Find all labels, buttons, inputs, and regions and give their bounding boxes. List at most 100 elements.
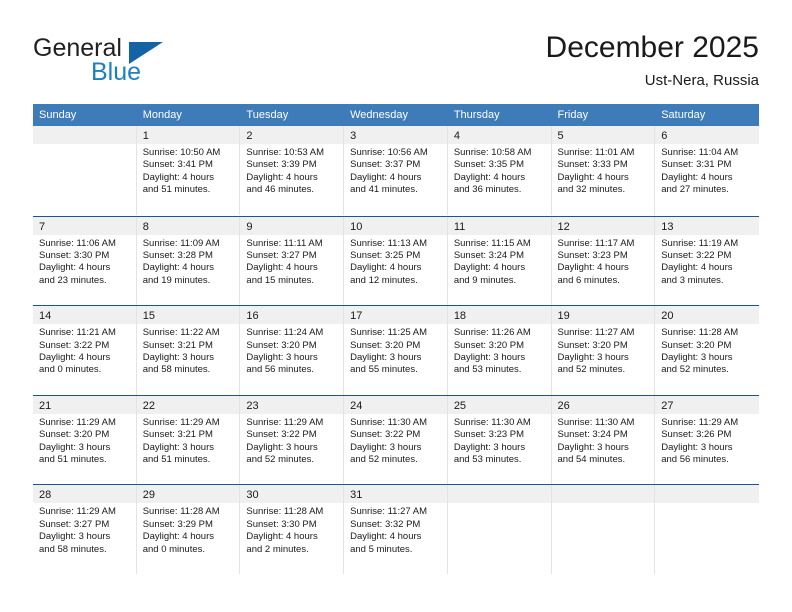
day-details: Sunrise: 10:58 AM Sunset: 3:35 PM Daylig… [448, 144, 551, 197]
logo-text-blue: Blue [91, 58, 142, 86]
weekday-header-thursday: Thursday [453, 109, 500, 121]
day-cell[interactable]: 17 Sunrise: 11:25 AM Sunset: 3:20 PM Day… [344, 306, 448, 395]
day-cell[interactable]: 18 Sunrise: 11:26 AM Sunset: 3:20 PM Day… [447, 306, 552, 395]
daylight-text-line1: Daylight: 4 hours [246, 262, 318, 274]
sunrise-text: Sunrise: 11:11 AM [246, 237, 323, 249]
sunrise-text: Sunrise: 10:58 AM [453, 147, 532, 158]
day-cell[interactable]: 8 Sunrise: 11:09 AM Sunset: 3:28 PM Dayl… [136, 216, 241, 306]
daylight-text-line1: Daylight: 4 hours [557, 171, 629, 183]
day-details: Sunrise: 10:56 AM Sunset: 3:37 PM Daylig… [344, 144, 447, 197]
day-cell[interactable] [655, 485, 759, 574]
daylight-text-line1: Daylight: 4 hours [557, 262, 629, 274]
sunrise-text: Sunrise: 11:09 AM [142, 237, 220, 249]
day-details: Sunrise: 11:19 AM Sunset: 3:22 PM Daylig… [655, 235, 759, 288]
daylight-text-line1: Daylight: 4 hours [246, 171, 318, 183]
daylight-text-line1: Daylight: 4 hours [661, 171, 733, 183]
sunset-text: Sunset: 3:33 PM [557, 159, 628, 171]
sunrise-text: Sunrise: 11:19 AM [661, 237, 739, 249]
daylight-text-line2: and 19 minutes. [142, 274, 211, 286]
sunset-text: Sunset: 3:24 PM [453, 250, 525, 261]
day-cell[interactable]: 11 Sunrise: 11:15 AM Sunset: 3:24 PM Day… [447, 216, 552, 306]
sunrise-text: Sunrise: 11:28 AM [661, 327, 739, 339]
day-details: Sunrise: 11:24 AM Sunset: 3:20 PM Daylig… [240, 324, 343, 377]
calendar-grid: Sunday Monday Tuesday Wednesday Thursday… [33, 104, 759, 574]
day-cell[interactable] [551, 485, 656, 574]
daylight-text-line1: Daylight: 3 hours [661, 352, 733, 363]
daylight-text-line2: and 56 minutes. [246, 364, 315, 376]
sunset-text: Sunset: 3:41 PM [142, 159, 213, 171]
day-number-band: 25 [447, 395, 551, 414]
sunset-text: Sunset: 3:20 PM [39, 429, 110, 441]
daylight-text-line2: and 52 minutes. [661, 364, 729, 376]
day-cell[interactable]: 21 Sunrise: 11:29 AM Sunset: 3:20 PM Day… [33, 395, 137, 485]
day-cell[interactable]: 29 Sunrise: 11:28 AM Sunset: 3:29 PM Day… [136, 485, 241, 574]
sunrise-text: Sunrise: 11:30 AM [453, 416, 531, 428]
day-cell[interactable] [447, 485, 552, 574]
day-number: 7 [39, 220, 46, 233]
sunrise-text: Sunrise: 11:29 AM [39, 506, 116, 518]
day-cell[interactable]: 2 Sunrise: 10:53 AM Sunset: 3:39 PM Dayl… [240, 126, 345, 215]
day-details: Sunrise: 11:04 AM Sunset: 3:31 PM Daylig… [655, 144, 759, 197]
day-cell[interactable]: 12 Sunrise: 11:17 AM Sunset: 3:23 PM Day… [551, 216, 656, 306]
day-details: Sunrise: 11:25 AM Sunset: 3:20 PM Daylig… [344, 324, 447, 377]
week-row: 1 Sunrise: 10:50 AM Sunset: 3:41 PM Dayl… [33, 126, 759, 216]
day-number-band: 7 [33, 216, 136, 235]
sunset-text: Sunset: 3:22 PM [246, 429, 317, 441]
sunrise-text: Sunrise: 10:53 AM [246, 147, 325, 158]
day-cell[interactable]: 19 Sunrise: 11:27 AM Sunset: 3:20 PM Day… [551, 306, 656, 395]
day-number: 30 [246, 489, 259, 502]
day-number-band: 22 [136, 395, 240, 414]
day-cell[interactable]: 10 Sunrise: 11:13 AM Sunset: 3:25 PM Day… [344, 216, 448, 306]
sunset-text: Sunset: 3:37 PM [350, 159, 421, 171]
day-cell[interactable]: 28 Sunrise: 11:29 AM Sunset: 3:27 PM Day… [33, 485, 137, 574]
sunset-text: Sunset: 3:28 PM [142, 250, 213, 261]
sunset-text: Sunset: 3:30 PM [39, 250, 110, 261]
daylight-text-line2: and 53 minutes. [453, 454, 522, 465]
sunrise-text: Sunrise: 11:27 AM [557, 327, 635, 339]
day-number: 18 [453, 310, 467, 323]
day-number-band: 28 [33, 485, 136, 504]
day-cell[interactable]: 5 Sunrise: 11:01 AM Sunset: 3:33 PM Dayl… [551, 126, 656, 215]
day-cell[interactable] [33, 126, 137, 215]
daylight-text-line2: and 5 minutes. [350, 543, 413, 555]
day-cell[interactable]: 4 Sunrise: 10:58 AM Sunset: 3:35 PM Dayl… [447, 126, 552, 215]
daylight-text-line1: Daylight: 3 hours [453, 352, 526, 363]
day-cell[interactable]: 7 Sunrise: 11:06 AM Sunset: 3:30 PM Dayl… [33, 216, 137, 306]
day-number: 11 [453, 220, 466, 233]
day-cell[interactable]: 1 Sunrise: 10:50 AM Sunset: 3:41 PM Dayl… [136, 126, 241, 215]
page-subtitle: Ust-Nera, Russia [644, 72, 759, 89]
day-number-band [33, 126, 136, 144]
daylight-text-line1: Daylight: 4 hours [142, 262, 214, 274]
day-cell[interactable]: 24 Sunrise: 11:30 AM Sunset: 3:22 PM Day… [344, 395, 448, 485]
day-cell[interactable]: 30 Sunrise: 11:28 AM Sunset: 3:30 PM Day… [240, 485, 345, 574]
day-number-band: 10 [344, 216, 447, 235]
daylight-text-line1: Daylight: 4 hours [661, 262, 733, 274]
day-cell[interactable]: 9 Sunrise: 11:11 AM Sunset: 3:27 PM Dayl… [240, 216, 345, 306]
day-details: Sunrise: 10:50 AM Sunset: 3:41 PM Daylig… [137, 144, 240, 197]
day-cell[interactable]: 22 Sunrise: 11:29 AM Sunset: 3:21 PM Day… [136, 395, 241, 485]
day-cell[interactable]: 23 Sunrise: 11:29 AM Sunset: 3:22 PM Day… [240, 395, 345, 485]
day-cell[interactable]: 25 Sunrise: 11:30 AM Sunset: 3:23 PM Day… [447, 395, 552, 485]
day-number: 21 [39, 399, 52, 412]
day-number: 26 [557, 399, 570, 412]
daylight-text-line2: and 51 minutes. [142, 184, 211, 196]
day-cell[interactable]: 20 Sunrise: 11:28 AM Sunset: 3:20 PM Day… [655, 306, 759, 395]
daylight-text-line1: Daylight: 4 hours [350, 262, 422, 274]
day-number: 22 [142, 399, 155, 412]
day-cell[interactable]: 26 Sunrise: 11:30 AM Sunset: 3:24 PM Day… [551, 395, 656, 485]
day-cell[interactable]: 6 Sunrise: 11:04 AM Sunset: 3:31 PM Dayl… [655, 126, 759, 215]
day-cell[interactable]: 27 Sunrise: 11:29 AM Sunset: 3:26 PM Day… [655, 395, 759, 485]
day-cell[interactable]: 16 Sunrise: 11:24 AM Sunset: 3:20 PM Day… [240, 306, 345, 395]
day-cell[interactable]: 13 Sunrise: 11:19 AM Sunset: 3:22 PM Day… [655, 216, 759, 306]
day-cell[interactable]: 15 Sunrise: 11:22 AM Sunset: 3:21 PM Day… [136, 306, 241, 395]
daylight-text-line1: Daylight: 4 hours [39, 262, 111, 274]
day-details: Sunrise: 10:53 AM Sunset: 3:39 PM Daylig… [240, 144, 343, 197]
daylight-text-line2: and 51 minutes. [39, 454, 107, 465]
general-blue-logo[interactable]: General Blue [33, 34, 233, 86]
day-cell[interactable]: 14 Sunrise: 11:21 AM Sunset: 3:22 PM Day… [33, 306, 137, 395]
day-number-band: 13 [655, 216, 759, 235]
page-title: December 2025 [545, 31, 759, 64]
day-number-band: 26 [551, 395, 655, 414]
day-cell[interactable]: 3 Sunrise: 10:56 AM Sunset: 3:37 PM Dayl… [344, 126, 448, 215]
day-cell[interactable]: 31 Sunrise: 11:27 AM Sunset: 3:32 PM Day… [344, 485, 448, 574]
